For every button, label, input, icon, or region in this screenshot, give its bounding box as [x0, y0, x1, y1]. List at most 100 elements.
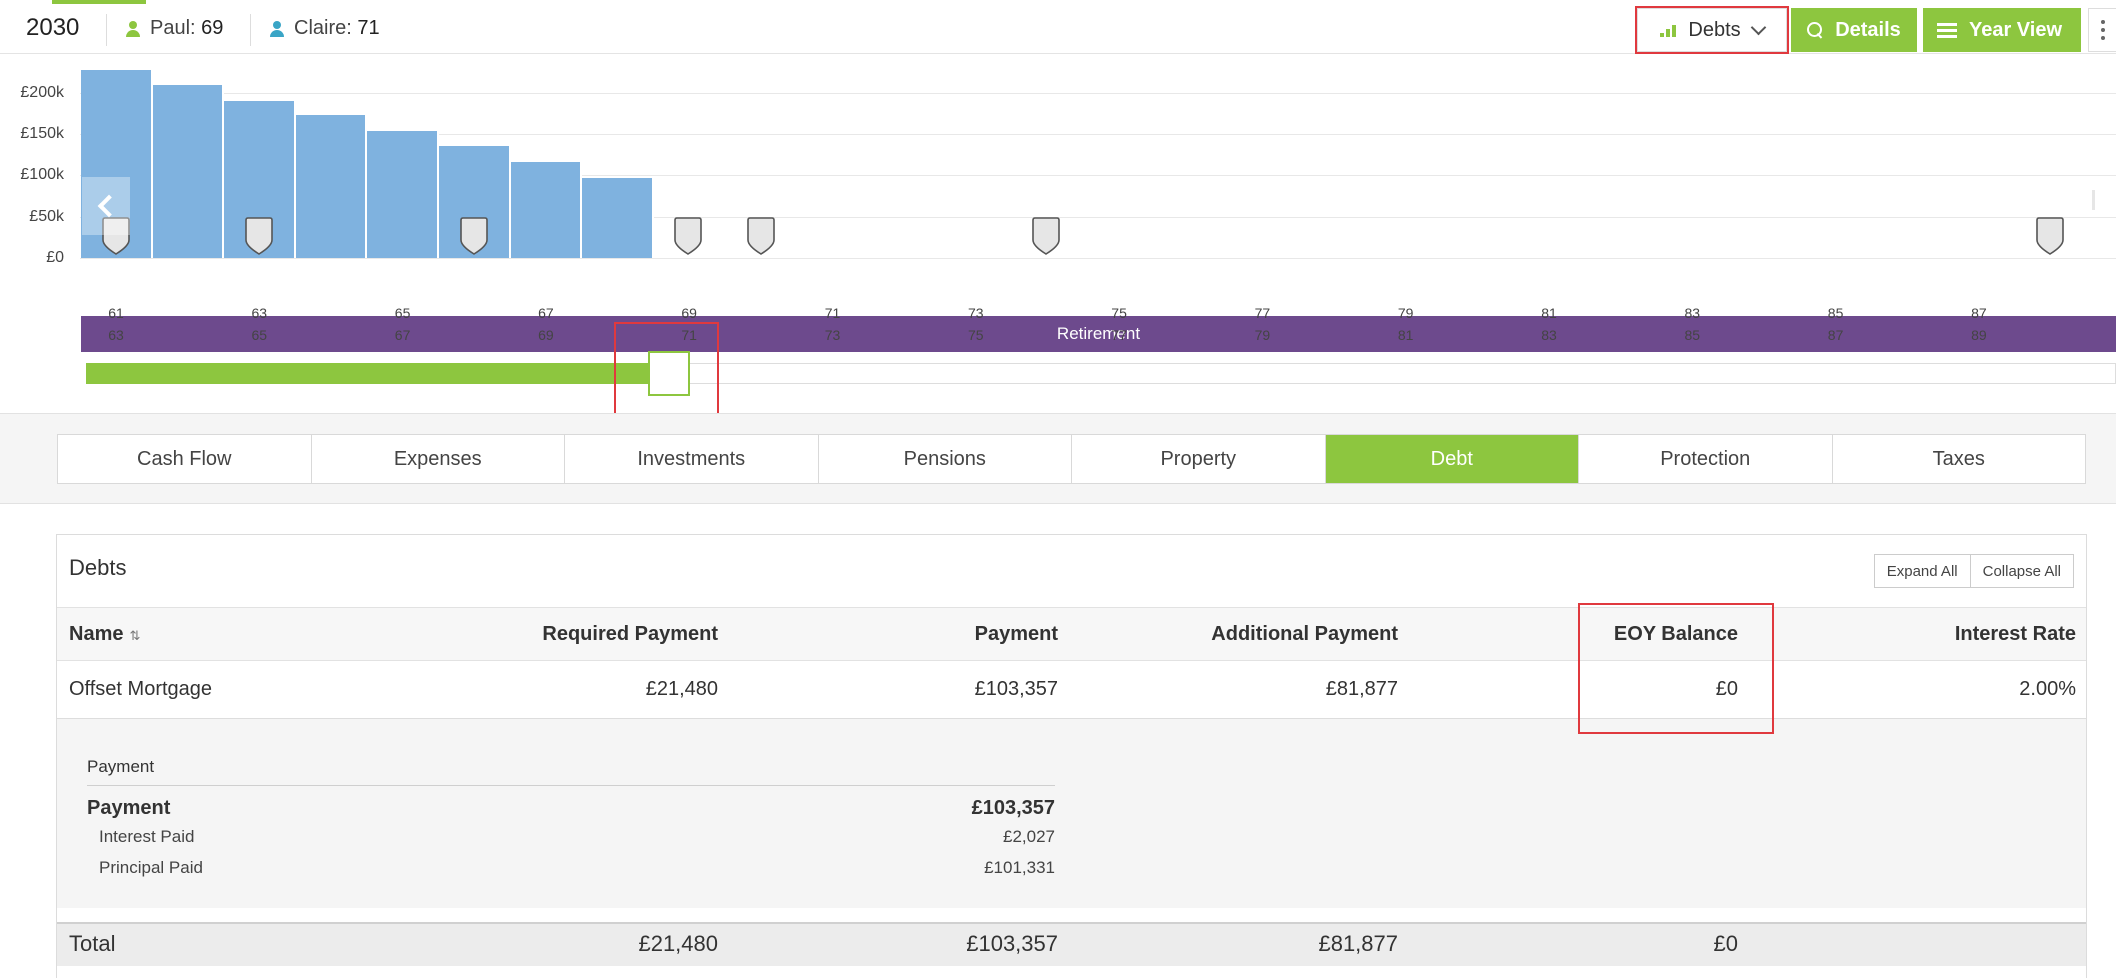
details-button[interactable]: Details [1791, 8, 1917, 52]
detail-interest-value: £2,027 [1003, 827, 1055, 846]
gridline [80, 258, 2116, 259]
age-label-paul: 75 [1111, 305, 1127, 321]
age-label-paul: 77 [1254, 305, 1271, 321]
age-label-paul: 61 [108, 305, 124, 321]
required-payment-value: £21,480 [645, 678, 718, 700]
debt-bar[interactable] [582, 177, 654, 258]
chart-next-button[interactable] [2092, 190, 2112, 219]
age-label-claire: 89 [1971, 327, 1987, 343]
age-label-paul: 87 [1971, 305, 1987, 321]
age-label-paul: 79 [1397, 305, 1414, 321]
event-marker-icon[interactable] [673, 216, 703, 256]
active-year-indicator [52, 0, 146, 4]
details-button-label: Details [1835, 18, 1901, 41]
debt-name: Offset Mortgage [69, 678, 213, 700]
timeline-slider-fill [86, 363, 649, 384]
column-additional-payment: Additional Payment [1211, 623, 1398, 645]
debt-bar[interactable] [510, 162, 583, 258]
divider [250, 14, 251, 46]
sort-icon[interactable]: ⇅ [129, 628, 140, 644]
top-bar: 2030 Paul: 69 Claire: 71 Debts Details Y… [0, 0, 2116, 54]
age-label-paul: 71 [824, 305, 841, 321]
tab-expenses[interactable]: Expenses [312, 435, 565, 483]
debt-bar[interactable] [367, 130, 439, 258]
row-detail: Payment Payment £103,357 Interest Paid £… [57, 719, 2086, 908]
chart-prev-button[interactable] [82, 177, 130, 235]
age-label-claire: 67 [394, 327, 411, 343]
detail-payment-value: £103,357 [971, 797, 1055, 819]
age-label-claire: 77 [1111, 327, 1127, 343]
payment-value: £103,357 [974, 678, 1058, 700]
tab-cash-flow[interactable]: Cash Flow [58, 435, 312, 483]
person-name: Paul: [150, 17, 196, 39]
debt-bar[interactable] [295, 115, 368, 258]
selected-year: 2030 [26, 14, 80, 41]
highlight-box [614, 322, 719, 424]
total-label: Total [69, 931, 116, 956]
detail-payment-label: Payment [87, 797, 171, 819]
column-interest-rate: Interest Rate [1954, 623, 2076, 645]
age-label-claire: 75 [968, 327, 984, 343]
event-marker-icon[interactable] [459, 216, 489, 256]
person-claire: Claire: 71 [270, 17, 380, 40]
detail-interest-label: Interest Paid [99, 827, 195, 846]
tab-pensions[interactable]: Pensions [819, 435, 1072, 483]
year-view-button[interactable]: Year View [1923, 8, 2081, 52]
total-additional-payment: £81,877 [1318, 931, 1398, 956]
person-age: 69 [201, 17, 224, 39]
debts-panel: Debts Expand All Collapse All Name ⇅ Requ… [56, 534, 2087, 978]
age-label-paul: 83 [1684, 305, 1701, 321]
column-required-payment: Required Payment [542, 623, 718, 645]
tab-protection[interactable]: Protection [1579, 435, 1833, 483]
chevron-right-icon [2092, 190, 2095, 210]
total-required-payment: £21,480 [638, 931, 718, 956]
additional-payment-value: £81,877 [1325, 678, 1398, 700]
expand-all-button[interactable]: Expand All [1875, 555, 1971, 587]
event-marker-icon[interactable] [2035, 216, 2065, 256]
person-icon [126, 20, 140, 37]
age-label-claire: 65 [251, 327, 268, 343]
detail-principal-value: £101,331 [984, 858, 1055, 877]
event-marker-icon[interactable] [1031, 216, 1061, 256]
tab-taxes[interactable]: Taxes [1833, 435, 2086, 483]
age-label-paul: 73 [968, 305, 984, 321]
year-view-button-label: Year View [1968, 18, 2063, 41]
tab-investments[interactable]: Investments [565, 435, 819, 483]
age-label-claire: 73 [824, 327, 841, 343]
person-icon [270, 20, 284, 37]
column-payment: Payment [974, 623, 1058, 645]
age-label-paul: 69 [681, 305, 697, 321]
tab-property[interactable]: Property [1072, 435, 1326, 483]
age-label-claire: 69 [538, 327, 554, 343]
search-icon [1807, 22, 1823, 38]
column-name[interactable]: Name ⇅ [69, 623, 140, 646]
age-label-paul: 81 [1541, 305, 1557, 321]
highlight-box [1635, 6, 1789, 54]
age-label-claire: 63 [108, 327, 124, 343]
detail-principal-label: Principal Paid [99, 858, 203, 877]
tab-debt[interactable]: Debt [1325, 435, 1579, 483]
age-label-claire: 85 [1684, 327, 1701, 343]
gridline [80, 92, 2116, 94]
interest-rate-value: 2.00% [2019, 678, 2076, 700]
chevron-left-icon [97, 194, 121, 218]
column-name-label: Name [69, 623, 124, 645]
age-label-claire: 87 [1827, 327, 1844, 343]
event-marker-icon[interactable] [746, 216, 776, 256]
event-marker-icon[interactable] [244, 216, 274, 256]
highlight-box [1578, 603, 1774, 734]
debt-chart: £200k £150k £100k £50k £0 Retirement 61 63 63 6… [0, 55, 2116, 413]
age-label-paul: 63 [251, 305, 268, 321]
table-row[interactable]: Offset Mortgage £21,480 £103,357 £81,877… [57, 661, 2086, 719]
debt-bar[interactable] [152, 84, 225, 258]
divider [87, 785, 1055, 786]
person-age: 71 [357, 17, 380, 39]
collapse-all-button[interactable]: Collapse All [1971, 555, 2073, 587]
detail-heading: Payment [87, 757, 155, 776]
age-label-paul: 65 [394, 305, 411, 321]
total-payment: £103,357 [966, 931, 1058, 956]
age-label-paul: 67 [538, 305, 554, 321]
more-options-button[interactable] [2088, 8, 2116, 52]
table-header: Name ⇅ Required Payment Payment Additiona… [57, 607, 2086, 661]
expand-collapse-group: Expand All Collapse All [1873, 554, 2074, 588]
